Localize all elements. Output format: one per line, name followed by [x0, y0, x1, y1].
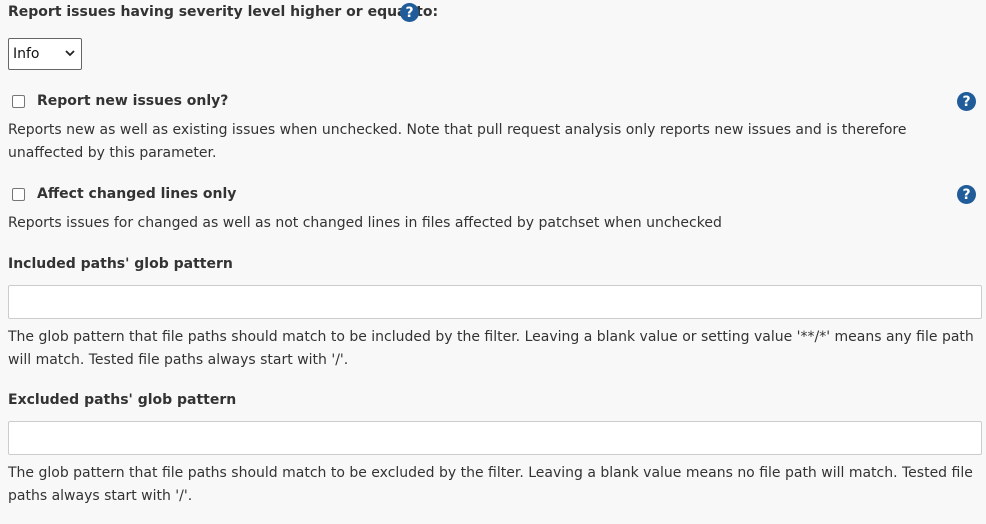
- severity-selected-value: Info: [13, 46, 40, 62]
- included-paths-input[interactable]: [8, 285, 982, 319]
- included-paths-description: The glob pattern that file paths should …: [8, 329, 974, 368]
- severity-select[interactable]: Info: [8, 38, 82, 70]
- new-issues-description: Reports new as well as existing issues w…: [8, 122, 907, 161]
- new-issues-help-icon[interactable]: ?: [957, 92, 976, 111]
- excluded-paths-label: Excluded paths' glob pattern: [8, 392, 237, 408]
- chevron-down-icon: [65, 50, 75, 57]
- severity-label: Report issues having severity level high…: [8, 4, 439, 20]
- changed-lines-description: Reports issues for changed as well as no…: [8, 215, 722, 231]
- included-paths-label: Included paths' glob pattern: [8, 256, 233, 272]
- changed-lines-label[interactable]: Affect changed lines only: [37, 186, 236, 202]
- new-issues-checkbox[interactable]: [12, 95, 25, 108]
- changed-lines-help-icon[interactable]: ?: [957, 185, 976, 204]
- excluded-paths-description: The glob pattern that file paths should …: [8, 465, 973, 504]
- changed-lines-checkbox[interactable]: [12, 188, 25, 201]
- new-issues-label[interactable]: Report new issues only?: [37, 93, 228, 109]
- severity-help-icon[interactable]: ?: [400, 3, 419, 22]
- excluded-paths-input[interactable]: [8, 421, 982, 455]
